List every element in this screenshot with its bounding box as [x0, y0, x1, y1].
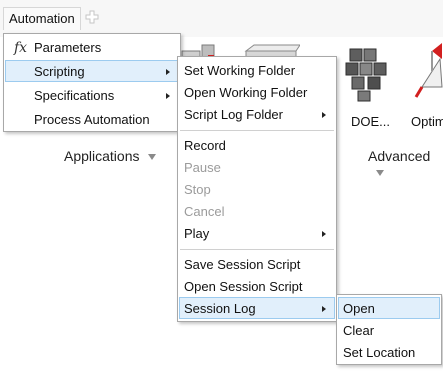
- menu-item-scripting[interactable]: Scripting: [5, 60, 179, 82]
- menu-item-parameters[interactable]: fx Parameters: [5, 36, 179, 58]
- menu-item-open-session-script[interactable]: Open Session Script: [179, 275, 335, 297]
- optimization-label[interactable]: Optim: [411, 114, 443, 129]
- menu-item-stop: Stop: [184, 182, 211, 197]
- menu-item-open[interactable]: Open: [338, 297, 440, 319]
- chevron-down-icon: [376, 170, 384, 177]
- menu-item-set-working-folder[interactable]: Set Working Folder: [179, 59, 335, 81]
- menu-separator: [180, 130, 334, 131]
- menu-item-specifications[interactable]: Specifications: [5, 84, 179, 106]
- menu-item-clear[interactable]: Clear: [338, 319, 440, 341]
- optimization-icon[interactable]: [412, 41, 443, 109]
- group-label-advanced[interactable]: Advanced: [368, 148, 443, 180]
- menu-item-save-session-script[interactable]: Save Session Script: [179, 253, 335, 275]
- menu-item-record[interactable]: Record: [179, 134, 335, 156]
- chevron-down-icon: [147, 154, 156, 161]
- menu-item-script-log-folder[interactable]: Script Log Folder: [179, 103, 335, 125]
- menu-item-cancel: Cancel: [184, 204, 225, 219]
- menu-item-open-working-folder[interactable]: Open Working Folder: [179, 81, 335, 103]
- submenu-arrow-icon: [166, 93, 170, 99]
- scripting-submenu: Set Working Folder Open Working Folder S…: [177, 56, 337, 322]
- session-log-submenu: Open Clear Set Location: [336, 294, 442, 365]
- menu-item-pause: Pause: [184, 160, 221, 175]
- menu-item-set-location[interactable]: Set Location: [338, 341, 440, 363]
- menu-separator: [180, 249, 334, 250]
- menu-item-session-log[interactable]: Session Log: [179, 297, 335, 319]
- tab-automation[interactable]: Automation: [3, 7, 81, 30]
- automation-menu: fx Parameters Scripting Specifications P…: [3, 33, 181, 132]
- menu-item-play[interactable]: Play: [179, 222, 335, 244]
- fx-icon: fx: [14, 40, 28, 56]
- submenu-arrow-icon: [322, 231, 326, 237]
- doe-label[interactable]: DOE...: [351, 114, 390, 129]
- group-label-applications[interactable]: Applications: [64, 148, 156, 164]
- submenu-arrow-icon: [166, 69, 170, 75]
- submenu-arrow-icon: [322, 306, 326, 312]
- menu-item-process-automation[interactable]: Process Automation: [5, 108, 179, 130]
- submenu-arrow-icon: [322, 112, 326, 118]
- doe-icon[interactable]: [340, 45, 394, 109]
- add-tab-icon[interactable]: [85, 10, 99, 24]
